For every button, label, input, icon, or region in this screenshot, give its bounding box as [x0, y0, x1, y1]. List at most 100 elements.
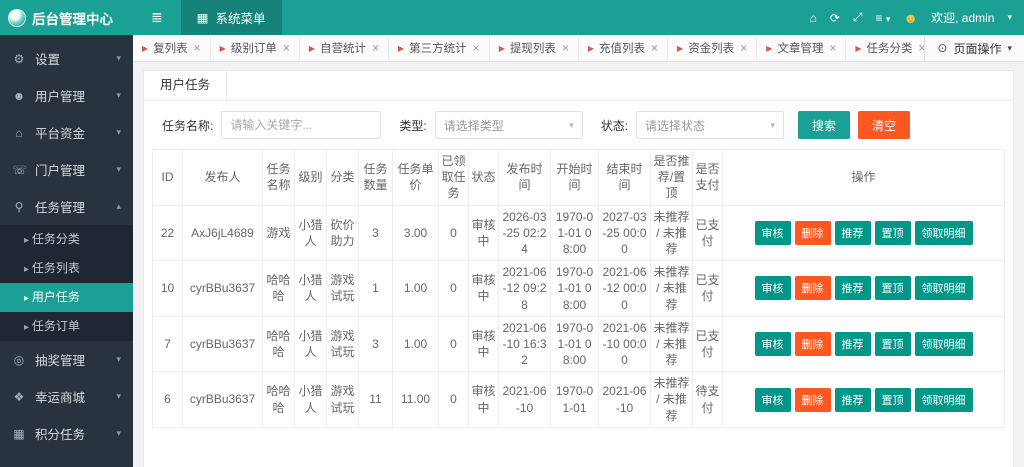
row-action-pin-top[interactable]: 置顶	[874, 387, 911, 412]
table-cell: 未推荐 / 未推荐	[650, 204, 693, 262]
tab-close-icon[interactable]: ×	[283, 41, 290, 55]
tab-arrow-icon: ▶	[398, 43, 405, 53]
row-actions-cell: 审核 删除 推荐 置顶 领取明细	[722, 371, 1005, 428]
card-tab-user-task[interactable]: 用户任务	[144, 71, 228, 100]
row-action-audit[interactable]: 审核	[754, 331, 791, 356]
table-cell: 审核中	[468, 315, 499, 373]
table-cell: 未推荐 / 未推荐	[650, 371, 693, 428]
status-select[interactable]: 请选择状态 ▾	[636, 111, 785, 139]
sidebar-item-label: 积分任务	[35, 428, 86, 442]
fullscreen-icon[interactable]: ⤢	[853, 10, 863, 25]
table-row: 7 cyrBBu3637 哈哈哈 小猎人 游戏试玩 3 1.00 0 审核中 2021-06-10…	[152, 315, 1005, 373]
table-cell: 2021-06-10	[598, 371, 651, 428]
top-menu-tab-label: 系统菜单	[215, 12, 266, 26]
more-menu-icon[interactable]: ≡ ▾	[875, 11, 890, 25]
table-row: 10 cyrBBu3637 哈哈哈 小猎人 游戏试玩 1 1.00 0 审核中 2021-06-1…	[152, 260, 1005, 317]
open-tab-1[interactable]: ▶ 级别订单 ×	[211, 35, 300, 61]
target-icon: ◎	[13, 352, 25, 367]
row-action-pin-top[interactable]: 置顶	[874, 276, 911, 301]
column-header: 结束时间	[598, 149, 651, 206]
sidebar-item-user-management[interactable]: ☻ 用户管理 ▾	[0, 77, 133, 114]
top-menu-tab-system[interactable]: ▦ 系统菜单	[180, 0, 282, 35]
avatar[interactable]: ☻	[903, 10, 918, 26]
search-button[interactable]: 搜索	[798, 111, 851, 139]
page-operations-dropdown[interactable]: ⊙ 页面操作 ▾	[924, 35, 1024, 61]
sidebar-item-task-management[interactable]: ⚲ 任务管理 ▴	[0, 188, 133, 225]
chevron-up-icon: ▴	[116, 201, 121, 211]
row-action-delete[interactable]: 删除	[794, 387, 831, 412]
row-action-recommend[interactable]: 推荐	[834, 331, 871, 356]
table-cell: 哈哈哈	[262, 260, 295, 317]
tab-close-icon[interactable]: ×	[194, 41, 201, 55]
row-action-audit[interactable]: 审核	[754, 276, 791, 301]
sidebar-item-lottery-management[interactable]: ◎ 抽奖管理 ▾	[0, 341, 133, 378]
row-action-delete[interactable]: 删除	[794, 220, 831, 245]
column-header: 是否支付	[692, 149, 723, 206]
table-cell: 10	[152, 260, 183, 317]
open-tab-2[interactable]: ▶ 自营统计 ×	[300, 35, 390, 61]
table-cell: 游戏试玩	[326, 371, 359, 428]
sidebar-subitem-user-task[interactable]: 用户任务	[0, 283, 133, 312]
welcome-text[interactable]: 欢迎, admin	[931, 9, 994, 26]
table-cell: 审核中	[468, 260, 499, 317]
open-tab-7[interactable]: ▶ 文章管理 ×	[757, 35, 847, 61]
tab-close-icon[interactable]: ×	[562, 41, 569, 55]
row-action-pin-top[interactable]: 置顶	[874, 220, 911, 245]
tab-close-icon[interactable]: ×	[829, 41, 836, 55]
row-action-audit[interactable]: 审核	[754, 387, 791, 412]
open-tab-5[interactable]: ▶ 充值列表 ×	[579, 35, 669, 61]
table-cell: 已支付	[692, 315, 723, 373]
type-select[interactable]: 请选择类型 ▾	[434, 111, 583, 139]
tab-close-icon[interactable]: ×	[740, 41, 747, 55]
chevron-down-icon: ▾	[116, 90, 121, 100]
row-action-recommend[interactable]: 推荐	[834, 220, 871, 245]
sidebar-item-lucky-mall[interactable]: ❖ 幸运商城 ▾	[0, 378, 133, 415]
row-actions-cell: 审核 删除 推荐 置顶 领取明细	[722, 260, 1005, 317]
tab-close-icon[interactable]: ×	[473, 41, 480, 55]
task-name-input[interactable]	[221, 111, 382, 139]
row-action-delete[interactable]: 删除	[794, 331, 831, 356]
type-label: 类型:	[399, 118, 427, 133]
table-cell: 小猎人	[294, 260, 327, 317]
open-tab-8[interactable]: ▶任务分类×	[846, 35, 924, 61]
clear-button[interactable]: 清空	[858, 111, 911, 139]
open-tab-0[interactable]: ▶ 复列表 ×	[133, 35, 211, 61]
open-tab-6[interactable]: ▶ 资金列表 ×	[668, 35, 758, 61]
sidebar-item-points-task[interactable]: ▦ 积分任务 ▾	[0, 415, 133, 452]
sidebar-item-portal-management[interactable]: ☏ 门户管理 ▾	[0, 151, 133, 188]
table-cell: 11	[358, 371, 393, 428]
sidebar-item-settings[interactable]: ⚙ 设置 ▾	[0, 40, 133, 77]
user-chevron-down-icon[interactable]: ▾	[1007, 12, 1012, 23]
sidebar-subitem-task-category[interactable]: 任务分类	[0, 225, 133, 254]
row-action-claim-details[interactable]: 领取明细	[914, 276, 973, 301]
row-action-recommend[interactable]: 推荐	[834, 387, 871, 412]
sidebar-subitem-task-list[interactable]: 任务列表	[0, 254, 133, 283]
sidebar-item-label: 幸运商城	[35, 391, 86, 405]
table-cell: 小猎人	[294, 371, 327, 428]
home-icon[interactable]: ⌂	[810, 11, 817, 25]
row-action-recommend[interactable]: 推荐	[834, 276, 871, 301]
column-header: 已领取任务	[438, 149, 469, 206]
row-action-pin-top[interactable]: 置顶	[874, 331, 911, 356]
row-action-claim-details[interactable]: 领取明细	[914, 220, 973, 245]
row-action-audit[interactable]: 审核	[754, 220, 791, 245]
table-cell: 砍价助力	[326, 204, 359, 262]
tab-close-icon[interactable]: ×	[372, 41, 379, 55]
chevron-down-icon: ▾	[116, 391, 121, 401]
sidebar-toggle-icon[interactable]: ≣	[133, 0, 181, 35]
row-action-claim-details[interactable]: 领取明细	[914, 387, 973, 412]
column-header: ID	[152, 149, 183, 206]
tab-arrow-icon: ▶	[587, 43, 595, 53]
open-tab-3[interactable]: ▶ 第三方统计 ×	[389, 35, 490, 61]
row-action-delete[interactable]: 删除	[794, 276, 831, 301]
sidebar-subitem-task-order[interactable]: 任务订单	[0, 312, 133, 341]
column-header: 是否推荐/置顶	[650, 149, 693, 206]
row-action-claim-details[interactable]: 领取明细	[914, 331, 973, 356]
tab-close-icon[interactable]: ×	[651, 41, 658, 55]
refresh-icon[interactable]: ⟳	[830, 11, 840, 25]
chevron-down-icon: ▾	[116, 164, 121, 174]
sidebar-item-platform-funds[interactable]: ⌂ 平台资金 ▾	[0, 114, 133, 151]
status-label: 状态:	[600, 118, 629, 133]
open-tab-4[interactable]: ▶ 提现列表 ×	[490, 35, 579, 61]
table-cell: 游戏试玩	[326, 260, 359, 317]
